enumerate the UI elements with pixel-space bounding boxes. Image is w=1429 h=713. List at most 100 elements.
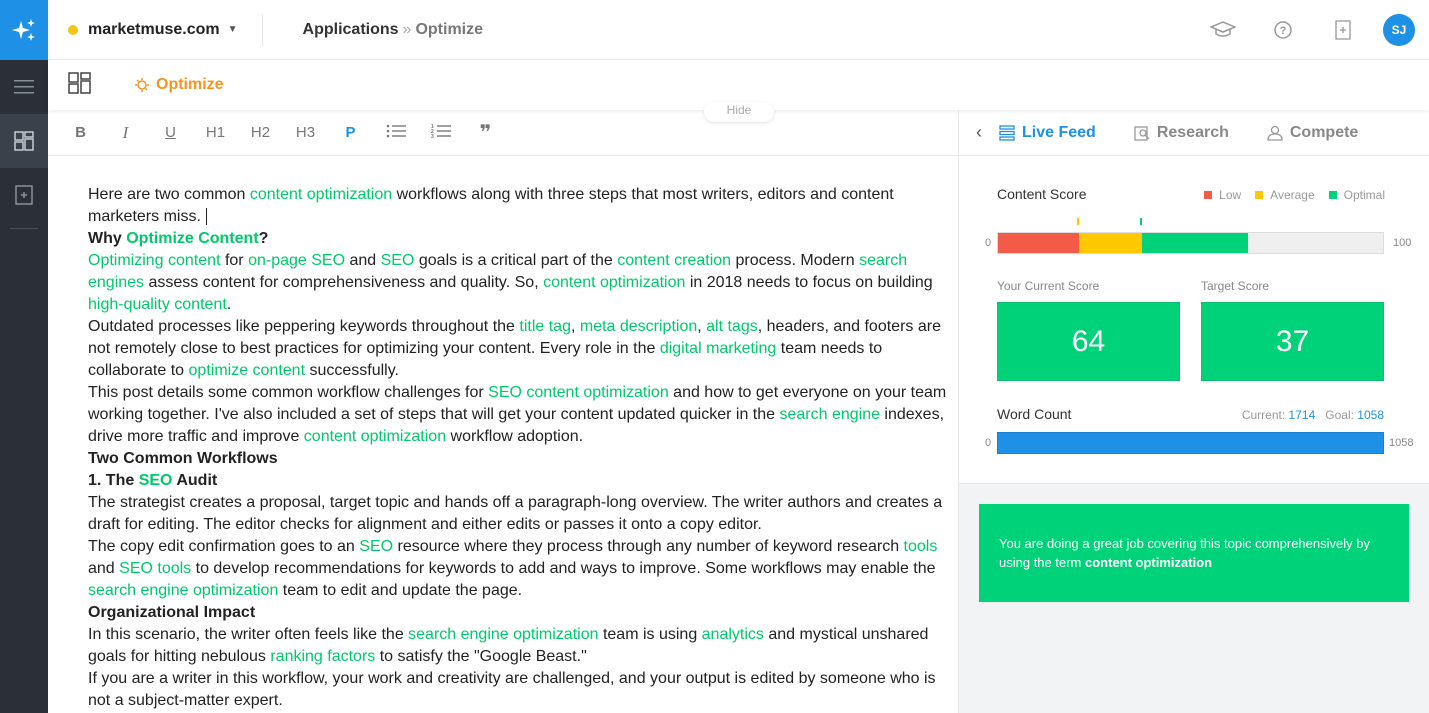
text: for [220, 252, 249, 269]
text: to develop recommendations for keywords … [191, 560, 936, 577]
keyword: on-page SEO [248, 252, 346, 269]
wc-current-value: 1714 [1288, 408, 1316, 422]
tab-compete[interactable]: Compete [1267, 124, 1358, 142]
paragraph: If you are a writer in this workflow, yo… [88, 670, 936, 709]
text: Here are two common [88, 186, 250, 203]
h3-button[interactable]: H3 [283, 124, 328, 141]
list-icon [999, 124, 1015, 141]
text: assess content for comprehensiveness and… [144, 274, 544, 291]
optimize-icon [135, 78, 149, 92]
keyword: SEO [359, 538, 394, 555]
text: process. Modern [731, 252, 860, 269]
breadcrumb-applications[interactable]: Applications [303, 21, 399, 38]
user-avatar[interactable]: SJ [1383, 14, 1415, 46]
keyword: Optimizing content [88, 252, 221, 269]
keyword: digital marketing [659, 340, 777, 357]
underline-button[interactable]: U [148, 124, 193, 141]
rail-apps-button[interactable] [0, 114, 48, 168]
text: and [345, 252, 381, 269]
keyword: SEO [380, 252, 415, 269]
text-cursor: ​ [206, 208, 208, 225]
tab-live-feed[interactable]: Live Feed [999, 124, 1096, 142]
h1-button[interactable]: H1 [193, 124, 238, 141]
tab-research[interactable]: Research [1134, 124, 1229, 142]
italic-button[interactable]: I [103, 123, 148, 143]
menu-button[interactable] [0, 60, 48, 114]
word-count-label: Word Count [997, 406, 1072, 422]
optimize-app-link[interactable]: Optimize [134, 76, 224, 94]
apps-grid-button[interactable] [68, 71, 92, 99]
legend-swatch-average [1255, 191, 1264, 199]
feedback-message: You are doing a great job covering this … [979, 504, 1409, 602]
research-icon [1134, 125, 1150, 141]
text: team is using [598, 626, 702, 643]
site-selector[interactable]: marketmuse.com ▼ [48, 0, 238, 59]
text: in 2018 needs to focus on building [685, 274, 933, 291]
keyword: optimize content [188, 362, 306, 379]
editor-content[interactable]: Here are two common content optimization… [88, 184, 954, 712]
heading: Why Optimize Content? [88, 228, 954, 250]
text: This post details some common workflow c… [88, 384, 489, 401]
legend-average: Average [1270, 188, 1315, 202]
text: , [570, 318, 580, 335]
content-score-label: Content Score [997, 186, 1087, 202]
text: to satisfy the "Google Beast." [375, 648, 587, 665]
word-count-info: Current: 1714 Goal: 1058 [1242, 408, 1384, 422]
user-icon [1267, 125, 1283, 141]
feedback-term: content optimization [1085, 555, 1213, 570]
h2-button[interactable]: H2 [238, 124, 283, 141]
breadcrumb-separator: » [402, 20, 412, 38]
help-icon: ? [1274, 21, 1292, 39]
app-logo[interactable] [0, 0, 48, 60]
keyword: content optimization [303, 428, 447, 445]
text: goals is a critical part of the [414, 252, 618, 269]
apps-grid-icon [68, 71, 91, 94]
keyword: SEO [138, 472, 173, 489]
keyword: content optimization [543, 274, 686, 291]
wc-min: 0 [985, 437, 992, 449]
chevron-down-icon: ▼ [227, 24, 238, 35]
site-name: marketmuse.com [88, 20, 220, 38]
numbered-list-icon: 123 [431, 124, 451, 140]
score-segment-optimal [1142, 233, 1249, 253]
text: , [697, 318, 707, 335]
graduation-cap-icon [1210, 21, 1236, 37]
rail-add-button[interactable] [0, 168, 48, 222]
keyword: search engine optimization [88, 582, 279, 599]
new-document-button[interactable] [1313, 20, 1373, 40]
legend-swatch-low [1204, 191, 1213, 199]
bold-button[interactable]: B [58, 124, 103, 141]
bullet-list-button[interactable] [373, 123, 418, 143]
academy-button[interactable] [1193, 20, 1253, 40]
paragraph: In this scenario, the writer often feels… [88, 624, 954, 668]
text: resource where they process through any … [393, 538, 904, 555]
heading: Organizational Impact [88, 604, 256, 621]
keyword: Optimize Content [126, 230, 259, 247]
legend-swatch-optimal [1328, 191, 1337, 199]
text: Audit [172, 472, 218, 489]
keyword: alt tags [706, 318, 758, 335]
numbered-list-button[interactable]: 123 [418, 123, 463, 143]
keyword: high-quality content [88, 296, 227, 313]
hide-toggle[interactable]: Hide [704, 102, 774, 122]
paragraph-button[interactable]: P [328, 124, 373, 141]
left-rail [0, 0, 48, 713]
chevron-left-icon: ‹ [976, 122, 982, 142]
keyword: search engine [779, 406, 880, 423]
blockquote-button[interactable]: ❞ [463, 120, 508, 145]
text: . [226, 296, 232, 313]
text: Outdated processes like peppering keywor… [88, 318, 520, 335]
top-header: marketmuse.com ▼ Applications» Optimize ?… [48, 0, 1429, 60]
breadcrumb-current: Optimize [415, 20, 484, 38]
optimize-label: Optimize [156, 76, 224, 93]
text: and [88, 560, 120, 577]
keyword: SEO tools [119, 560, 192, 577]
score-segment-average [1078, 233, 1143, 253]
legend-low: Low [1219, 188, 1242, 202]
site-status-dot [68, 24, 78, 35]
text: 1. The [88, 472, 139, 489]
legend-optimal: Optimal [1343, 188, 1385, 202]
help-button[interactable]: ? [1253, 20, 1313, 40]
rail-divider [10, 228, 38, 229]
collapse-panel-button[interactable]: ‹ [959, 122, 999, 143]
